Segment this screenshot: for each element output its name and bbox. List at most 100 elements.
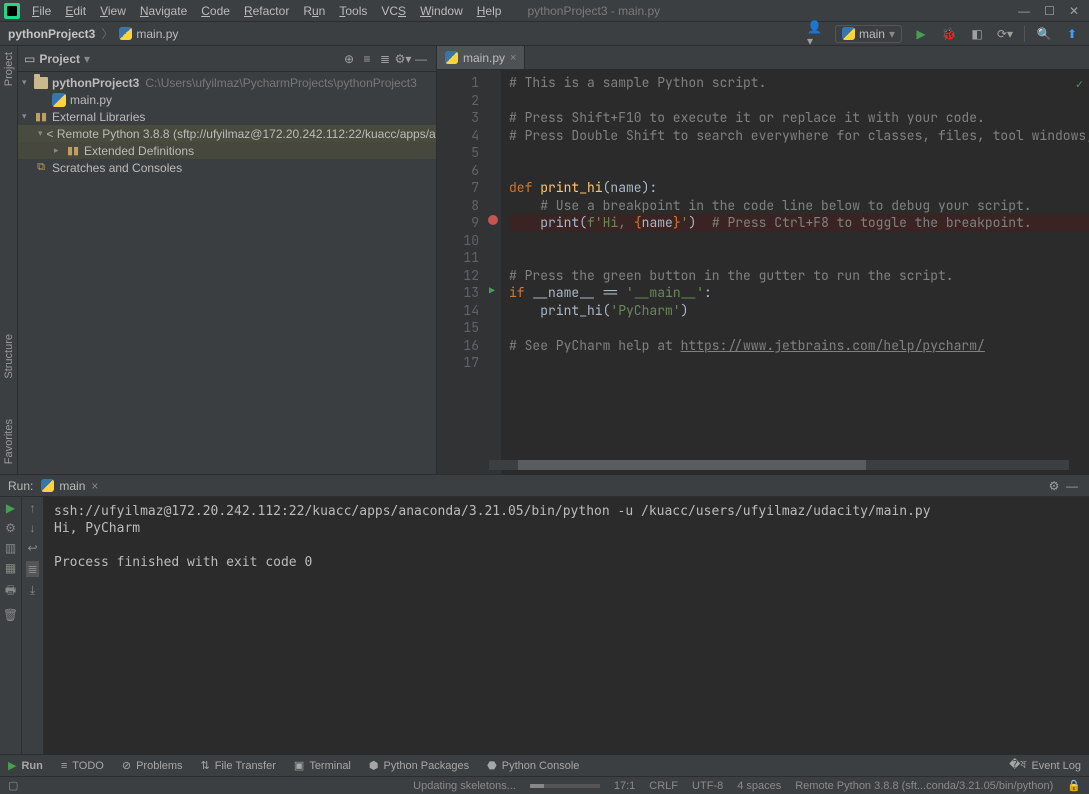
window-title: pythonProject3 - main.py: [527, 4, 660, 18]
status-line-sep[interactable]: CRLF: [649, 780, 678, 792]
print-icon[interactable]: 🖶: [5, 581, 16, 602]
updates-icon[interactable]: ⬆: [1063, 25, 1081, 43]
status-tool-icon[interactable]: ▢: [8, 779, 18, 792]
layout-icon[interactable]: ▥: [5, 541, 16, 555]
run-output[interactable]: ssh://ufyilmaz@172.20.242.112:22/kuacc/a…: [44, 497, 1089, 754]
tree-extended-defs[interactable]: ▸ ▮▮ Extended Definitions: [18, 142, 436, 159]
main-menu: File Edit View Navigate Code Refactor Ru…: [26, 2, 507, 20]
python-file-icon: [52, 93, 66, 107]
status-encoding[interactable]: UTF-8: [692, 780, 723, 792]
expand-all-icon[interactable]: ≡: [358, 50, 376, 68]
breakpoint-icon[interactable]: [488, 215, 498, 225]
menu-code[interactable]: Code: [195, 2, 236, 20]
close-tab-icon[interactable]: ×: [510, 52, 516, 64]
run-label: Run:: [8, 479, 33, 493]
tree-scratches[interactable]: ▸ ⧉ Scratches and Consoles: [18, 159, 436, 176]
lock-icon[interactable]: 🔒: [1067, 779, 1081, 792]
rerun-icon[interactable]: ▶: [6, 501, 15, 515]
status-task[interactable]: Updating skeletons...: [413, 780, 516, 792]
line-number-gutter: 1234567891011121314151617: [437, 70, 485, 474]
project-tree: ▾ pythonProject3 C:\Users\ufyilmaz\Pycha…: [18, 72, 436, 474]
tree-extlib-label: External Libraries: [52, 110, 145, 124]
pin-icon[interactable]: ▦: [5, 561, 16, 575]
menu-navigate[interactable]: Navigate: [134, 2, 193, 20]
code-editor[interactable]: ✓ 1234567891011121314151617 ▶ # This is …: [437, 70, 1089, 474]
coverage-icon[interactable]: ◧: [968, 25, 986, 43]
progress-bar[interactable]: [530, 784, 600, 788]
python-icon: [842, 27, 855, 40]
run-nav-gutter: ↑ ↓ ↩ ≣ ⤓: [22, 497, 44, 754]
minimize-icon[interactable]: ―: [1018, 4, 1030, 18]
project-panel-title[interactable]: Project: [39, 52, 80, 66]
tree-remote-label: < Remote Python 3.8.8 (sftp://ufyilmaz@1…: [47, 127, 436, 141]
menu-help[interactable]: Help: [471, 2, 508, 20]
close-run-tab-icon[interactable]: ×: [91, 479, 98, 493]
tree-remote-interpreter[interactable]: ▾ < Remote Python 3.8.8 (sftp://ufyilmaz…: [18, 125, 436, 142]
settings-gear-icon[interactable]: ⚙▾: [394, 50, 412, 68]
down-arrow-icon[interactable]: ↓: [30, 521, 36, 535]
search-icon[interactable]: 🔍: [1035, 25, 1053, 43]
tree-external-libraries[interactable]: ▾ ▮▮ External Libraries: [18, 108, 436, 125]
run-settings-gear-icon[interactable]: ⚙: [1045, 477, 1063, 495]
run-button-icon[interactable]: ▶: [912, 25, 930, 43]
tree-file-main[interactable]: main.py: [18, 91, 436, 108]
horizontal-scrollbar[interactable]: [489, 460, 1069, 470]
menu-view[interactable]: View: [94, 2, 132, 20]
trash-icon[interactable]: 🗑: [3, 608, 18, 622]
menu-refactor[interactable]: Refactor: [238, 2, 295, 20]
run-gutter-icon[interactable]: ▶: [489, 284, 495, 297]
editor-area: main.py × ✓ 1234567891011121314151617 ▶ …: [437, 46, 1089, 474]
export-icon[interactable]: ⤓: [30, 583, 35, 598]
up-arrow-icon[interactable]: ↑: [30, 501, 36, 515]
bottom-problems[interactable]: ⊘Problems: [122, 759, 183, 772]
breadcrumb-file[interactable]: main.py: [136, 27, 178, 41]
bottom-run[interactable]: ▶Run: [8, 759, 43, 772]
menu-tools[interactable]: Tools: [333, 2, 373, 20]
run-header: Run: main × ⚙ ―: [0, 475, 1089, 497]
breadcrumb-project[interactable]: pythonProject3: [8, 27, 95, 41]
code-content[interactable]: # This is a sample Python script. # Pres…: [501, 70, 1089, 474]
close-icon[interactable]: ✕: [1069, 4, 1079, 18]
account-icon[interactable]: 👤▾: [807, 25, 825, 43]
menu-window[interactable]: Window: [414, 2, 469, 20]
tool-structure[interactable]: Structure: [3, 334, 15, 379]
tree-scratches-label: Scratches and Consoles: [52, 161, 182, 175]
tool-project[interactable]: Project: [3, 52, 15, 86]
editor-tab-label: main.py: [463, 51, 505, 65]
tree-root[interactable]: ▾ pythonProject3 C:\Users\ufyilmaz\Pycha…: [18, 74, 436, 91]
soft-wrap-icon[interactable]: ↩: [27, 541, 37, 555]
status-indent[interactable]: 4 spaces: [737, 780, 781, 792]
run-tool-window: Run: main × ⚙ ― ▶ ⚙ ▥ ▦ 🖶 🗑 ↑ ↓ ↩ ≣ ⤓ ss…: [0, 474, 1089, 754]
python-file-icon: [445, 51, 458, 64]
bottom-file-transfer[interactable]: ⇅File Transfer: [201, 759, 276, 772]
menu-file[interactable]: File: [26, 2, 57, 20]
status-caret-pos[interactable]: 17:1: [614, 780, 635, 792]
status-interpreter[interactable]: Remote Python 3.8.8 (sft...conda/3.21.05…: [795, 780, 1053, 792]
hide-panel-icon[interactable]: ―: [412, 50, 430, 68]
python-file-icon: [119, 27, 132, 40]
menu-vcs[interactable]: VCS: [375, 2, 412, 20]
navigation-bar: pythonProject3 〉 main.py 👤▾ main ▾ ▶ 🐞 ◧…: [0, 22, 1089, 46]
debug-button-icon[interactable]: 🐞: [940, 25, 958, 43]
hide-run-icon[interactable]: ―: [1063, 477, 1081, 495]
tree-file-label: main.py: [70, 93, 112, 107]
bottom-event-log[interactable]: �ষEvent Log: [1009, 756, 1081, 775]
bottom-terminal[interactable]: ▣Terminal: [294, 759, 351, 772]
collapse-all-icon[interactable]: ≣: [376, 50, 394, 68]
run-action-gutter: ▶ ⚙ ▥ ▦ 🖶 🗑: [0, 497, 22, 754]
tool-favorites[interactable]: Favorites: [3, 419, 15, 464]
profile-icon[interactable]: ⟳▾: [996, 25, 1014, 43]
bottom-todo[interactable]: ≡TODO: [61, 760, 104, 772]
locate-icon[interactable]: ⊕: [340, 50, 358, 68]
menu-run[interactable]: Run: [297, 2, 331, 20]
stop-icon[interactable]: ⚙: [5, 521, 16, 535]
editor-tab-main[interactable]: main.py ×: [437, 46, 525, 69]
run-config-selector[interactable]: main ▾: [835, 25, 902, 43]
maximize-icon[interactable]: ☐: [1044, 4, 1055, 18]
run-config-name[interactable]: main: [59, 479, 85, 493]
inspection-ok-icon[interactable]: ✓: [1076, 76, 1083, 92]
bottom-python-packages[interactable]: ⬢Python Packages: [369, 759, 469, 772]
scroll-end-icon[interactable]: ≣: [26, 561, 38, 577]
bottom-python-console[interactable]: ⬣Python Console: [487, 759, 579, 772]
menu-edit[interactable]: Edit: [59, 2, 92, 20]
